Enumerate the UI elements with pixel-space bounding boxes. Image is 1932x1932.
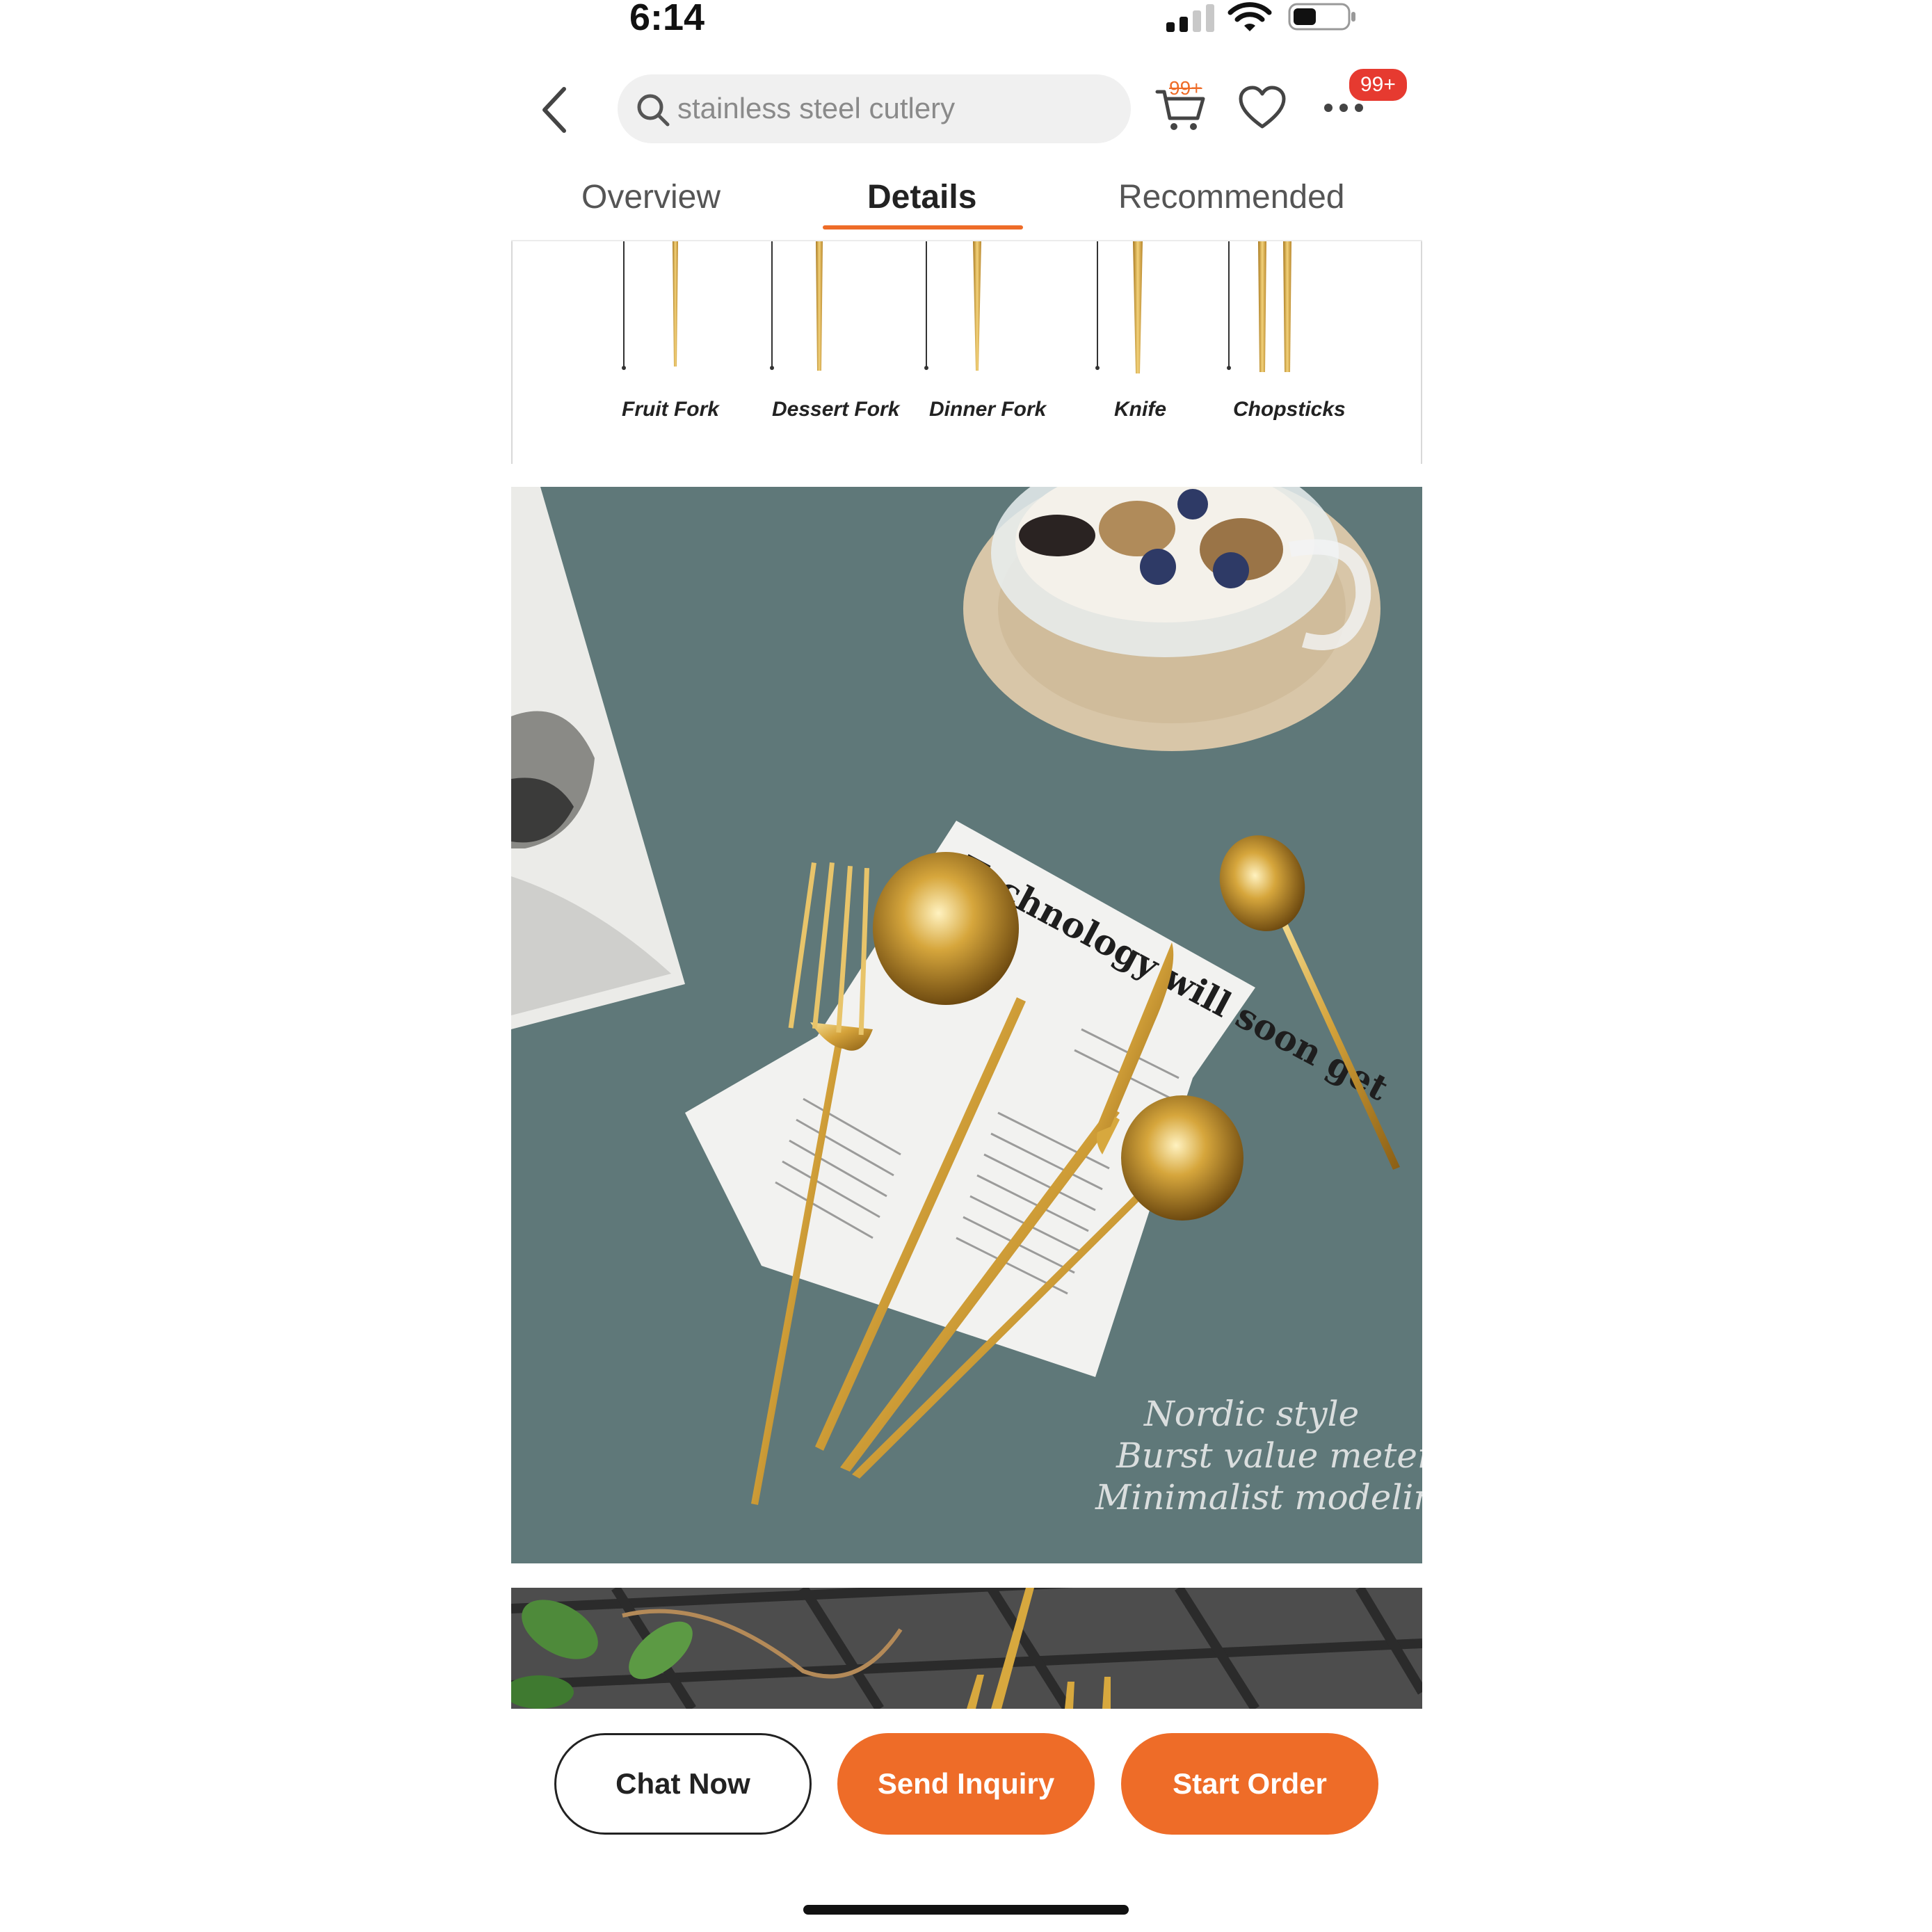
send-inquiry-button[interactable]: Send Inquiry xyxy=(837,1733,1095,1835)
product-photo-2-illustration xyxy=(511,1588,1422,1709)
caption-line: Minimalist modeling xyxy=(1095,1477,1422,1518)
caption-line: Burst value meter xyxy=(1116,1435,1422,1476)
cutlery-label: Dinner Fork xyxy=(929,398,1047,421)
tab-recommended[interactable]: Recommended xyxy=(1118,177,1345,218)
cellular-signal-icon xyxy=(1166,4,1214,32)
status-time: 6:14 xyxy=(629,0,705,38)
product-photo-illustration: Technology will soon get Nordic style Bu… xyxy=(511,487,1422,1563)
product-photo-2[interactable] xyxy=(511,1588,1422,1709)
back-chevron-icon[interactable] xyxy=(539,83,570,136)
cutlery-label: Fruit Fork xyxy=(622,398,719,421)
cutlery-illustration xyxy=(622,241,1291,373)
cutlery-label: Dessert Fork xyxy=(772,398,900,421)
tab-active-indicator xyxy=(823,225,1023,230)
cutlery-label: Knife xyxy=(1114,398,1166,421)
caption-line: Nordic style xyxy=(1143,1394,1359,1434)
tab-overview[interactable]: Overview xyxy=(581,177,721,218)
heart-icon[interactable] xyxy=(1238,85,1287,131)
tab-details[interactable]: Details xyxy=(867,177,976,218)
wifi-icon xyxy=(1227,2,1272,31)
chat-now-button[interactable]: Chat Now xyxy=(554,1733,812,1835)
cutlery-size-chart: Fruit Fork Dessert Fork Dinner Fork Knif… xyxy=(511,241,1422,464)
cutlery-label: Chopsticks xyxy=(1233,398,1346,421)
cart-badge: 99+ xyxy=(1169,77,1202,99)
product-photo[interactable]: Technology will soon get Nordic style Bu… xyxy=(511,487,1422,1563)
home-indicator[interactable] xyxy=(803,1905,1129,1915)
search-icon xyxy=(637,94,670,127)
app-screen: 6:14 stainless steel cutlery 99+ 99+ Ove… xyxy=(511,0,1422,1932)
battery-icon xyxy=(1288,3,1355,31)
search-input[interactable]: stainless steel cutlery xyxy=(618,74,1131,143)
start-order-button[interactable]: Start Order xyxy=(1121,1733,1378,1835)
more-dots-icon[interactable] xyxy=(1323,102,1365,114)
search-placeholder: stainless steel cutlery xyxy=(677,92,956,124)
notification-badge: 99+ xyxy=(1347,67,1409,103)
